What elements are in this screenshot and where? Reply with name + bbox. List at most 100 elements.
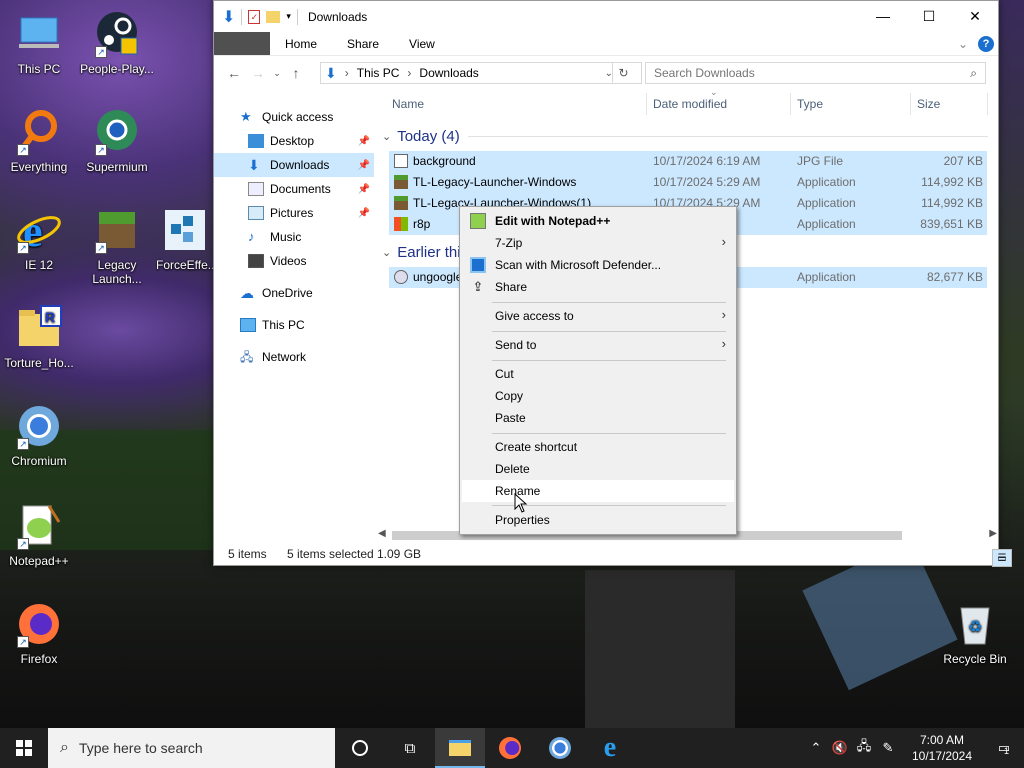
ribbon: Home Share View ⌄ ?: [214, 32, 998, 56]
file-tab[interactable]: [214, 32, 270, 55]
nav-item-quick-access[interactable]: ★ Quick access: [214, 105, 374, 129]
file-row[interactable]: TL-Legacy-Launcher-Windows 10/17/2024 5:…: [389, 172, 987, 193]
desktop-icon-steam[interactable]: ↗ People-Play...: [78, 10, 156, 76]
nav-item-downloads[interactable]: ⬇ Downloads 📌: [214, 153, 374, 177]
close-button[interactable]: ✕: [952, 1, 998, 31]
show-hidden-icons-icon[interactable]: ⌃: [804, 740, 828, 756]
address-bar[interactable]: ⬇ › This PC › Downloads ⌄: [320, 62, 642, 84]
file-name: r8p: [413, 217, 431, 231]
menu-item-scan-defender[interactable]: Scan with Microsoft Defender...: [462, 254, 734, 276]
nav-item-desktop[interactable]: Desktop 📌: [214, 129, 374, 153]
taskbar-search-box[interactable]: ⌕ Type here to search: [48, 728, 335, 768]
menu-item-send-to[interactable]: Send to ›: [462, 334, 734, 356]
start-button[interactable]: [0, 728, 48, 768]
taskbar-chromium[interactable]: [535, 728, 585, 768]
expand-ribbon-icon[interactable]: ⌄: [958, 37, 968, 51]
desktop-icon-this-pc[interactable]: This PC: [0, 10, 78, 76]
taskbar-file-explorer[interactable]: [435, 728, 485, 768]
desktop-icon-everything[interactable]: ↗ Everything: [0, 108, 78, 174]
nav-item-videos[interactable]: Videos: [214, 249, 374, 273]
file-size: 207 KB: [943, 154, 983, 168]
chevron-right-icon[interactable]: ›: [407, 66, 411, 80]
new-folder-icon[interactable]: [266, 10, 281, 23]
column-header-name[interactable]: Name: [392, 97, 424, 111]
nav-item-onedrive[interactable]: ☁ OneDrive: [214, 281, 374, 305]
minimize-button[interactable]: —: [860, 1, 906, 31]
group-header-today[interactable]: ⌄ Today (4): [382, 125, 988, 147]
customize-toolbar-icon[interactable]: ▾: [286, 11, 291, 22]
desktop-icon-firefox[interactable]: ↗ Firefox: [0, 600, 78, 666]
refresh-button[interactable]: ↻: [612, 62, 634, 84]
notepadpp-icon: [470, 213, 486, 229]
file-name: background: [413, 154, 476, 168]
nav-item-pictures[interactable]: Pictures 📌: [214, 201, 374, 225]
menu-item-share[interactable]: ⇪ Share: [462, 276, 734, 298]
task-view-button[interactable]: ⧉: [385, 728, 435, 768]
pictures-icon: [248, 206, 264, 220]
desktop-icon-torture-ho[interactable]: R Torture_Ho...: [0, 304, 78, 370]
menu-item-edit-with-notepadpp[interactable]: Edit with Notepad++: [462, 210, 734, 232]
nav-item-this-pc[interactable]: This PC: [214, 313, 374, 337]
desktop-icon-chromium[interactable]: ↗ Chromium: [0, 402, 78, 468]
up-button[interactable]: ↑: [284, 65, 308, 81]
sort-indicator-icon: ⌄: [710, 87, 718, 97]
cortana-button[interactable]: [335, 728, 385, 768]
taskbar-firefox[interactable]: [485, 728, 535, 768]
tab-share[interactable]: Share: [332, 37, 394, 51]
taskbar-ie[interactable]: e: [585, 728, 635, 768]
file-size: 114,992 KB: [921, 196, 983, 210]
help-icon[interactable]: ?: [978, 35, 994, 52]
notification-center-icon[interactable]: ▭ 1: [984, 740, 1024, 756]
volume-muted-icon[interactable]: 🔇: [828, 740, 852, 756]
menu-item-label: Share: [495, 280, 528, 294]
defender-icon: [470, 257, 486, 273]
menu-item-copy[interactable]: Copy: [462, 385, 734, 407]
pin-icon: 📌: [357, 183, 370, 195]
nav-item-music[interactable]: ♪ Music: [214, 225, 374, 249]
context-menu[interactable]: Edit with Notepad++ 7-Zip › Scan with Mi…: [459, 206, 737, 535]
column-header-date-modified[interactable]: Date modified: [653, 97, 727, 111]
edit-icon[interactable]: ✎: [876, 740, 900, 756]
nav-item-label: OneDrive: [262, 286, 313, 300]
file-row[interactable]: background 10/17/2024 6:19 AM JPG File 2…: [389, 151, 987, 172]
menu-item-paste[interactable]: Paste: [462, 407, 734, 429]
desktop-icon-ie[interactable]: e ↗ IE 12: [0, 206, 78, 272]
search-input[interactable]: [654, 66, 954, 80]
large-icons-view-icon[interactable]: ▭: [992, 549, 1012, 567]
scroll-right-icon[interactable]: ▶: [989, 528, 997, 539]
recent-locations-button[interactable]: ⌄: [270, 68, 284, 79]
breadcrumb-downloads[interactable]: Downloads: [419, 66, 478, 80]
network-icon[interactable]: 🖧: [852, 737, 876, 759]
desktop-icon-recycle-bin[interactable]: ♻ Recycle Bin: [936, 600, 1014, 666]
menu-item-7zip[interactable]: 7-Zip ›: [462, 232, 734, 254]
desktop-icon-forceeffect[interactable]: ForceEffe...: [156, 206, 214, 272]
tab-home[interactable]: Home: [270, 37, 332, 51]
nav-item-label: Quick access: [262, 110, 334, 124]
breadcrumb-this-pc[interactable]: This PC: [357, 66, 400, 80]
menu-item-cut[interactable]: Cut: [462, 363, 734, 385]
search-box[interactable]: ⌕: [645, 62, 986, 84]
desktop-icon-supermium[interactable]: ↗ Supermium: [78, 108, 156, 174]
nav-item-documents[interactable]: Documents 📌: [214, 177, 374, 201]
desktop-icon-legacy-launcher[interactable]: ↗ Legacy Launch...: [78, 206, 156, 286]
desktop-icon-notepadpp[interactable]: ↗ Notepad++: [0, 502, 78, 568]
desktop-icon: [248, 134, 264, 148]
chevron-right-icon[interactable]: ›: [345, 66, 349, 80]
title-bar[interactable]: ⬇ ✓ ▾ Downloads — ☐ ✕: [214, 1, 998, 32]
menu-item-rename[interactable]: Rename: [462, 480, 734, 502]
maximize-button[interactable]: ☐: [906, 1, 952, 31]
properties-icon[interactable]: ✓: [248, 9, 261, 24]
tab-view[interactable]: View: [394, 37, 450, 51]
menu-item-create-shortcut[interactable]: Create shortcut: [462, 436, 734, 458]
column-header-type[interactable]: Type: [797, 97, 823, 111]
menu-item-give-access[interactable]: Give access to ›: [462, 305, 734, 327]
forward-button[interactable]: →: [246, 65, 270, 81]
menu-item-delete[interactable]: Delete: [462, 458, 734, 480]
menu-item-properties[interactable]: Properties: [462, 509, 734, 531]
group-header-earlier[interactable]: ⌄ Earlier thi: [382, 241, 461, 263]
clock[interactable]: 7:00 AM 10/17/2024: [900, 732, 984, 764]
scroll-left-icon[interactable]: ◀: [378, 528, 386, 539]
nav-item-network[interactable]: 🖧 Network: [214, 345, 374, 369]
column-header-size[interactable]: Size: [917, 97, 940, 111]
back-button[interactable]: ←: [222, 65, 246, 81]
